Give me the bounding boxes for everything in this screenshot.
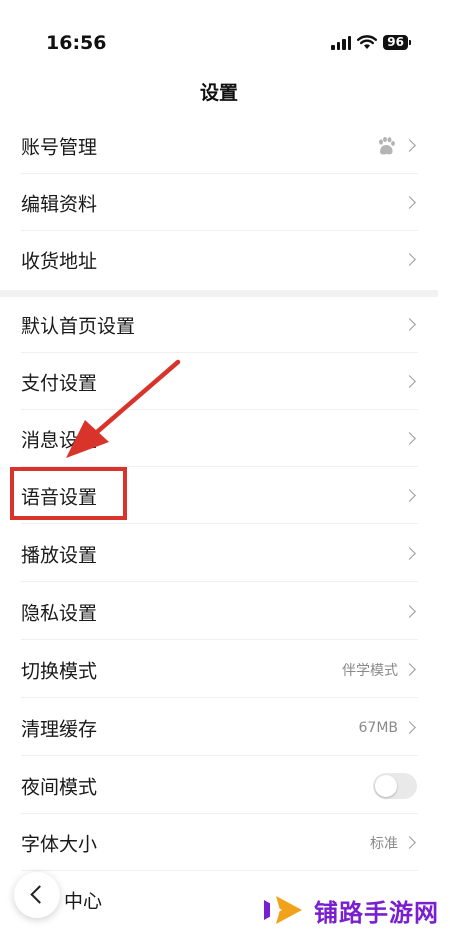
row-value: 67MB — [358, 719, 399, 736]
row-label: 字体大小 — [21, 833, 98, 855]
settings-item-payment[interactable]: 支付设置 — [0, 353, 438, 410]
row-label: 支付设置 — [21, 372, 98, 394]
divider — [21, 755, 418, 756]
settings-item-font-size[interactable]: 字体大小 标准 — [0, 814, 438, 871]
chevron-right-icon — [403, 431, 416, 445]
wifi-icon — [357, 35, 378, 49]
status-time: 16:56 — [46, 32, 107, 54]
status-bar: 16:56 96 — [0, 0, 450, 70]
chevron-right-icon — [403, 662, 416, 676]
chevron-right-icon — [403, 546, 416, 560]
toggle-knob — [375, 774, 397, 797]
chevron-right-icon — [403, 604, 416, 618]
settings-item-message[interactable]: 消息设置 — [0, 410, 438, 467]
chevron-right-icon — [403, 317, 416, 331]
settings-item-account[interactable]: 账号管理 — [0, 117, 438, 174]
settings-item-default-home[interactable]: 默认首页设置 — [0, 296, 438, 353]
back-button[interactable] — [14, 872, 60, 918]
highlight-box — [10, 467, 127, 520]
page-title: 设置 — [199, 82, 238, 104]
settings-item-edit-profile[interactable]: 编辑资料 — [0, 174, 438, 231]
row-value: 标准 — [370, 835, 398, 852]
chevron-right-icon — [403, 835, 416, 849]
chevron-right-icon — [403, 374, 416, 388]
divider — [21, 639, 418, 640]
watermark: 铺路手游网 — [262, 888, 439, 932]
settings-item-address[interactable]: 收货地址 — [0, 231, 438, 288]
chevron-right-icon — [403, 488, 416, 502]
chevron-right-icon — [403, 252, 416, 266]
row-label: 夜间模式 — [21, 776, 98, 798]
divider — [21, 523, 418, 524]
row-label: 播放设置 — [21, 544, 98, 566]
settings-item-clear-cache[interactable]: 清理缓存 67MB — [0, 699, 438, 756]
row-label: 切换模式 — [21, 660, 98, 682]
signal-icon — [331, 35, 352, 50]
watermark-text: 铺路手游网 — [314, 898, 439, 927]
row-label: 清理缓存 — [21, 718, 98, 740]
row-label: 消息设置 — [21, 429, 98, 451]
watermark-logo-icon — [264, 896, 302, 924]
divider — [21, 581, 418, 582]
status-icons: 96 — [331, 35, 411, 50]
row-label: 收货地址 — [21, 250, 98, 272]
chevron-right-icon — [403, 195, 416, 209]
row-label: 隐私设置 — [21, 602, 98, 624]
night-mode-toggle[interactable] — [373, 772, 417, 799]
baidu-paw-icon — [379, 136, 395, 155]
row-label: 默认首页设置 — [21, 315, 136, 337]
divider — [21, 697, 418, 698]
row-value: 伴学模式 — [342, 662, 398, 679]
row-label: 编辑资料 — [21, 193, 98, 215]
settings-item-night-mode: 夜间模式 — [0, 757, 438, 814]
settings-item-privacy[interactable]: 隐私设置 — [0, 583, 438, 640]
row-label: 中心 — [64, 890, 103, 912]
chevron-right-icon — [403, 720, 416, 734]
settings-item-playback[interactable]: 播放设置 — [0, 525, 438, 582]
chevron-right-icon — [403, 138, 416, 152]
battery-icon: 96 — [383, 35, 411, 50]
row-label: 账号管理 — [21, 136, 98, 158]
settings-item-switch-mode[interactable]: 切换模式 伴学模式 — [0, 641, 438, 698]
